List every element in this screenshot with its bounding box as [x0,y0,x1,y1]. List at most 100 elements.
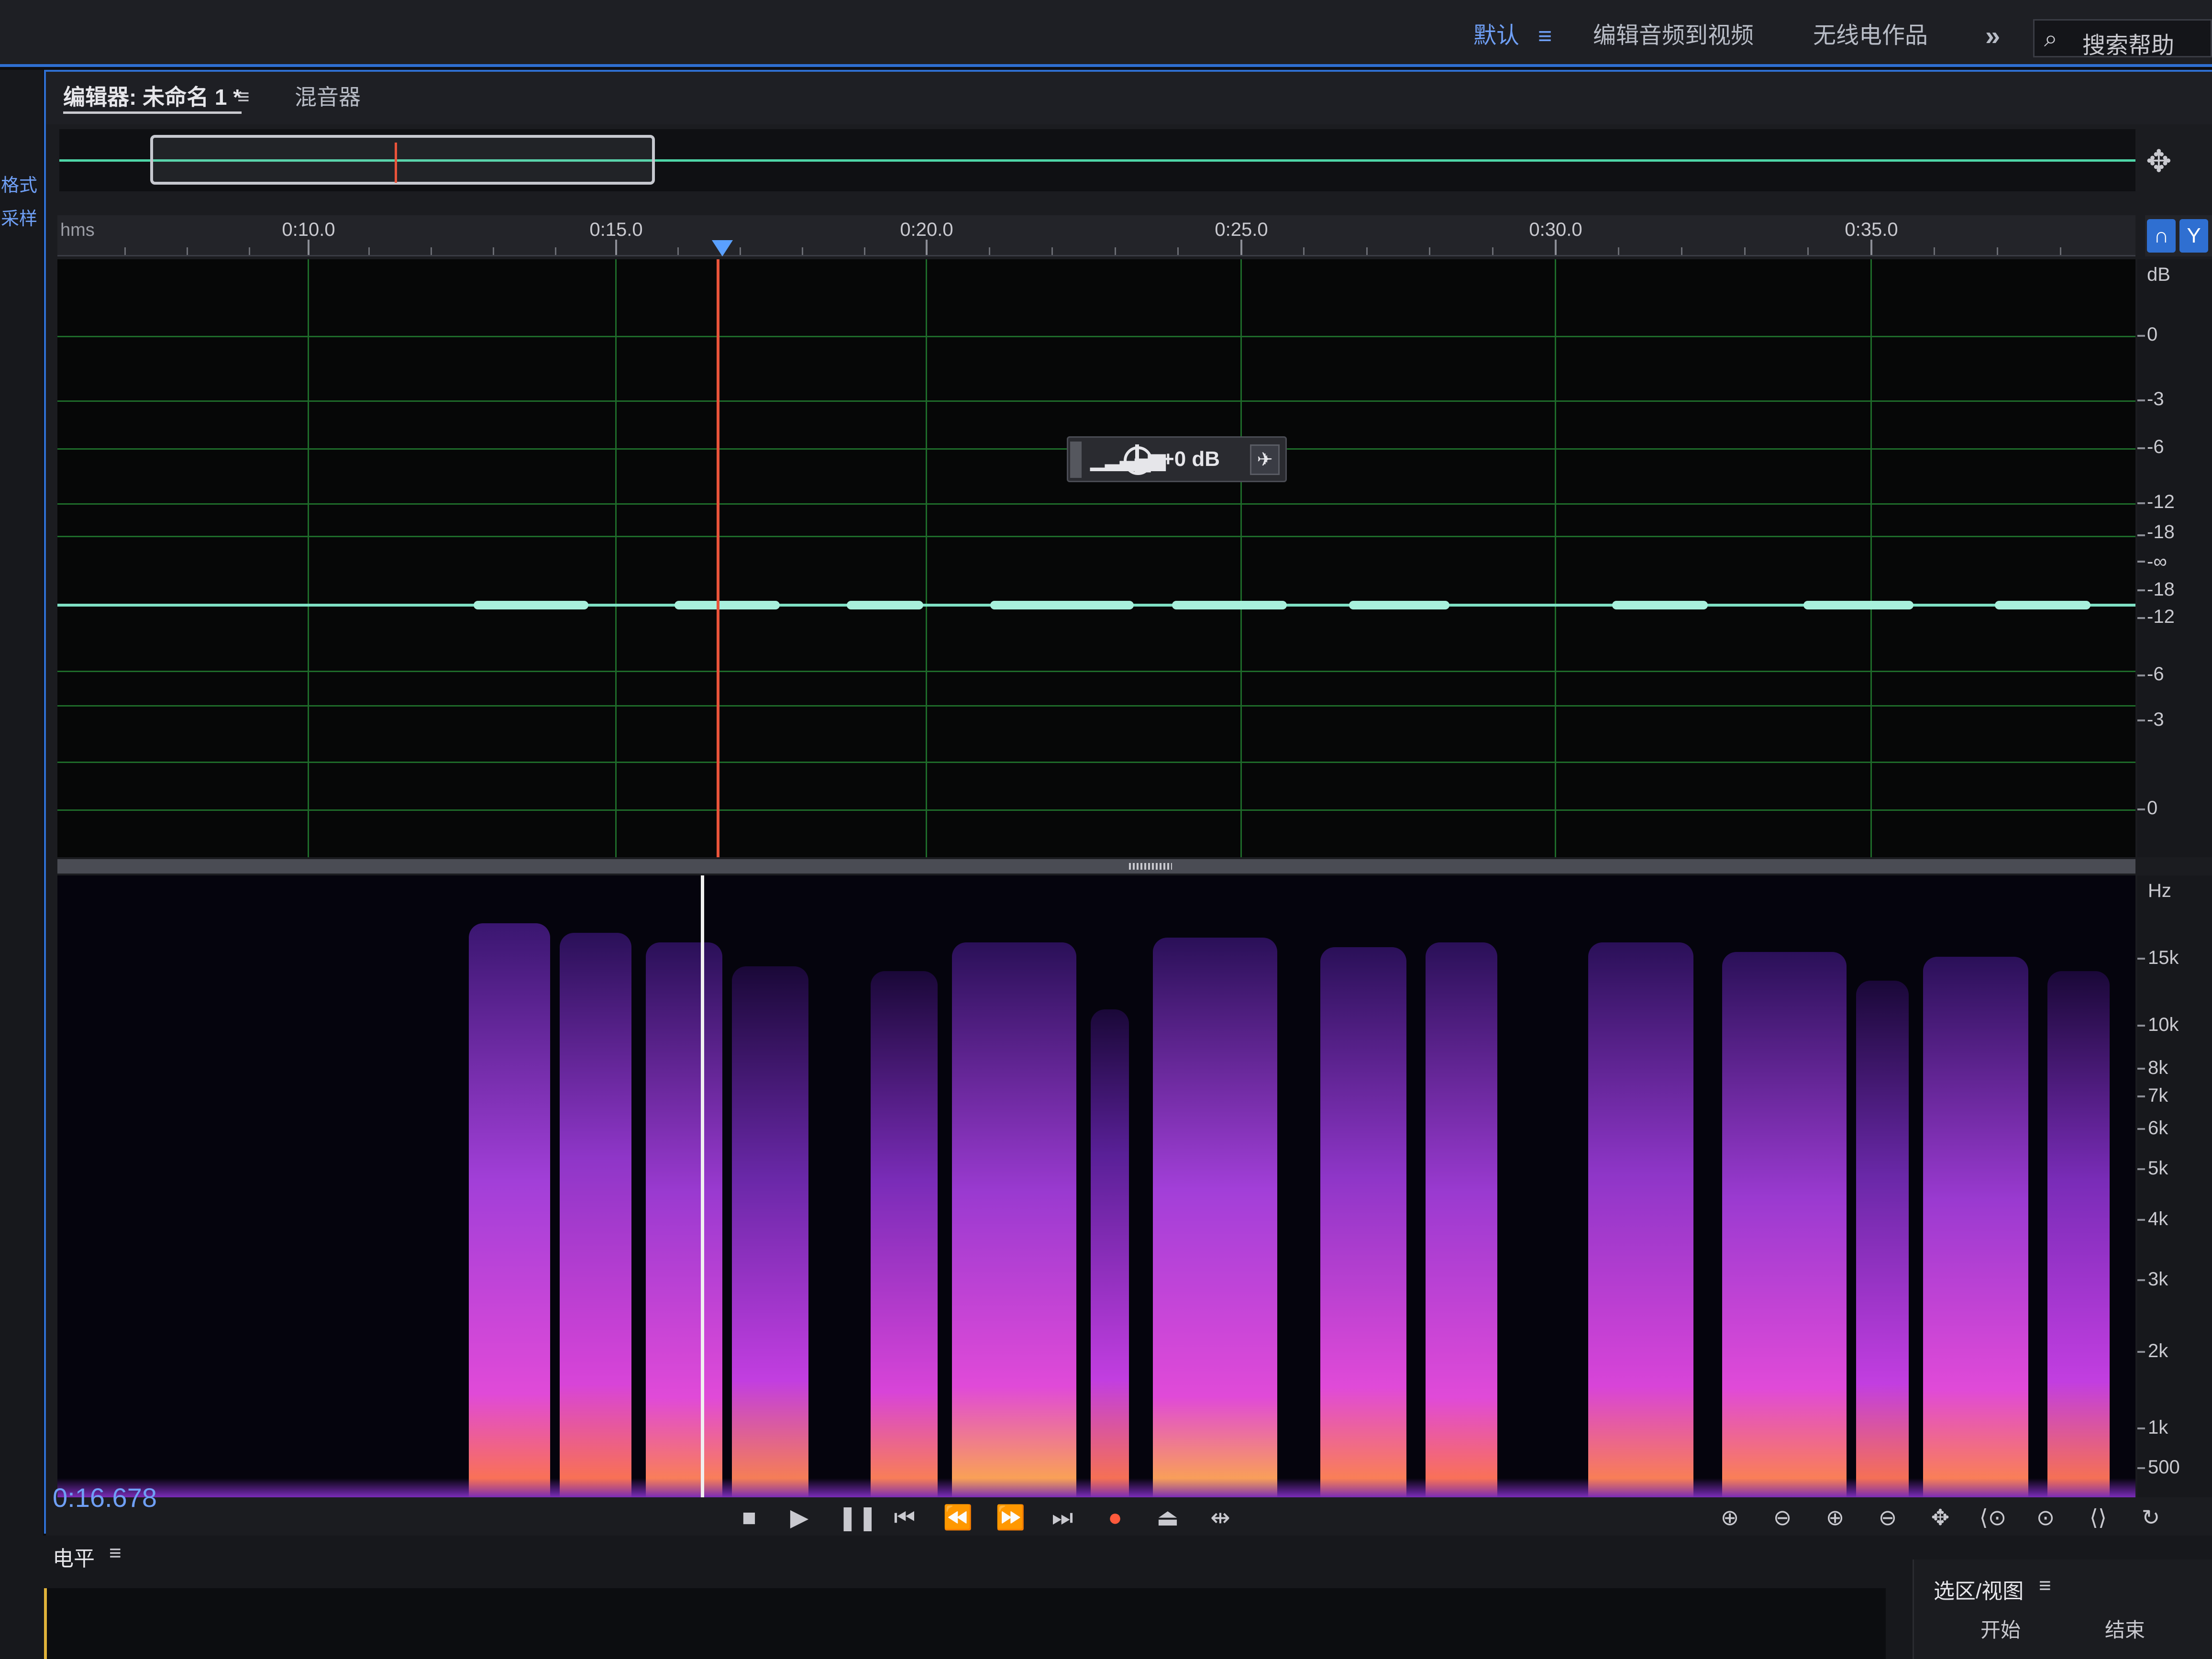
power-icon[interactable] [1124,444,1152,475]
ruler-minor-tick [1177,247,1179,255]
spectral-band [1320,947,1406,1497]
tab-menu-icon[interactable]: ≡ [237,80,250,114]
zoom-in-time-icon[interactable]: ⊕ [1816,1503,1854,1532]
left-panel-strip: 格式 采样 [0,70,43,1659]
ruler-minor-tick [431,247,432,255]
volume-hud[interactable]: ▁▂▃▄▅ +0 dB ✈ [1067,436,1287,482]
filter-icon[interactable]: Y [2179,219,2208,253]
left-panel-label: 采样 [1,209,38,229]
db-tick [2137,675,2145,676]
search-help-box[interactable]: ⌕ 搜索帮助 [2033,19,2212,58]
selection-start-header: 开始 [1980,1619,2021,1641]
ruler-minor-tick [1429,247,1430,255]
pause-button[interactable]: ❚❚ [838,1503,878,1532]
zoom-to-selection-icon[interactable]: ⟨⊙ [1974,1503,2012,1532]
view-splitter[interactable] [57,859,2135,874]
hz-label: 4k [2148,1208,2168,1229]
ruler-minor-tick [1115,247,1116,255]
playhead-handle[interactable] [712,240,733,256]
frequency-scale[interactable]: Hz 15k 10k 8k 7k 6k 5k 4k 3k 2k 1k 500 [2137,875,2212,1497]
spectrogram-view[interactable] [57,875,2135,1497]
level-panel-title[interactable]: 电平 [53,1541,95,1572]
hz-label: 5k [2148,1158,2168,1179]
stop-button[interactable]: ■ [735,1503,763,1532]
hz-label: 8k [2148,1057,2168,1078]
zoom-in-amplitude-icon[interactable]: ⊕ [1711,1503,1749,1532]
db-unit-label: dB [2147,264,2170,285]
db-gridline [57,536,2135,537]
hz-tick [2137,1168,2145,1170]
db-gridline [57,671,2135,672]
skip-to-end-button[interactable]: ⏭ [1048,1503,1077,1532]
skip-silence-button[interactable]: ⇹ [1206,1503,1235,1532]
zoom-out-amplitude-icon[interactable]: ⊖ [1763,1503,1802,1532]
reset-zoom-icon[interactable]: ↻ [2132,1503,2170,1532]
pin-icon[interactable]: ✈ [1250,444,1280,475]
playhead-line[interactable] [701,875,704,1497]
spectral-band [1722,952,1847,1497]
db-tick [2137,617,2145,619]
ruler-major-tick [926,240,928,255]
fast-forward-button[interactable]: ⏩ [995,1503,1025,1532]
spectral-band [1091,1009,1129,1497]
current-time-display[interactable]: 0:16.678 [53,1482,157,1513]
ruler-major-tick [1555,240,1557,255]
playhead-line[interactable] [717,259,719,857]
selection-view-title[interactable]: 选区/视图 [1934,1574,2024,1604]
zoom-selection-right-icon[interactable]: ⟨⟩ [2079,1503,2117,1532]
headphones-icon[interactable]: ∩ [2147,219,2176,253]
hz-label: 10k [2148,1014,2179,1035]
selection-view-menu-icon[interactable]: ≡ [2039,1574,2051,1598]
workspace-more-icon[interactable]: » [1985,19,2000,53]
workspace-edit-audio-video[interactable]: 编辑音频到视频 [1593,19,1754,53]
workspace-default[interactable]: 默认 [1473,19,1519,53]
db-scale[interactable]: dB 0 -3 -6 -12 -18 -∞ -18 -12 -6 -3 0 [2137,259,2212,857]
overview-timeline[interactable] [59,129,2135,191]
workspace-radio-works[interactable]: 无线电作品 [1813,19,1928,53]
ruler-minor-tick [1934,247,1935,255]
time-ruler[interactable]: hms 0:10.0 0:15.0 0:20.0 0:25.0 0:30.0 0… [57,215,2135,256]
ruler-minor-tick [2060,247,2061,255]
zoom-selection-left-icon[interactable]: ⊙ [2026,1503,2065,1532]
db-label: -3 [2147,388,2164,409]
waveform-view[interactable]: ▁▂▃▄▅ +0 dB ✈ [57,259,2135,857]
waveform-burst [1349,601,1449,609]
hz-unit-label: Hz [2148,880,2171,901]
hz-label: 7k [2148,1085,2168,1106]
waveform-burst [1803,601,1913,609]
rewind-button[interactable]: ⏪ [943,1503,973,1532]
hud-drag-grip[interactable] [1070,442,1082,478]
db-label: 0 [2147,797,2158,818]
spectral-band [560,933,631,1497]
zoom-out-full-icon[interactable]: ✥ [1921,1503,1959,1532]
tab-editor[interactable]: 编辑器: 未命名 1 * [63,80,242,114]
record-button[interactable]: ● [1101,1503,1129,1532]
tab-mixer[interactable]: 混音器 [295,80,361,114]
waveform-burst [847,601,923,609]
volume-value[interactable]: +0 dB [1162,447,1220,471]
hz-label: 1k [2148,1417,2168,1438]
workspace-bar: 默认 ≡ 编辑音频到视频 无线电作品 » ⌕ 搜索帮助 [0,0,2212,67]
hz-tick [2137,1025,2145,1027]
db-label: 0 [2147,324,2158,345]
ruler-minor-tick [1997,247,1998,255]
loop-playback-button[interactable]: ⏏ [1153,1503,1182,1532]
db-gridline [57,762,2135,763]
workspace-menu-icon[interactable]: ≡ [1538,19,1552,53]
overview-zoom-window[interactable] [150,135,655,185]
skip-to-start-button[interactable]: ⏮ [890,1503,919,1532]
waveform-burst [675,601,780,609]
db-label: -∞ [2147,551,2167,572]
zoom-out-time-icon[interactable]: ⊖ [1869,1503,1907,1532]
db-label: -6 [2147,664,2164,685]
hz-tick [2137,1279,2145,1281]
hz-tick [2137,1068,2145,1070]
zoom-navigate-icon[interactable]: ✥ [2146,144,2172,179]
play-button[interactable]: ▶ [785,1503,814,1532]
spectral-band [1153,938,1277,1497]
splitter-grip[interactable] [1129,863,1172,870]
level-panel-menu-icon[interactable]: ≡ [109,1541,122,1565]
db-gridline [57,503,2135,505]
ruler-minor-tick [1807,247,1809,255]
ruler-minor-tick [493,247,494,255]
